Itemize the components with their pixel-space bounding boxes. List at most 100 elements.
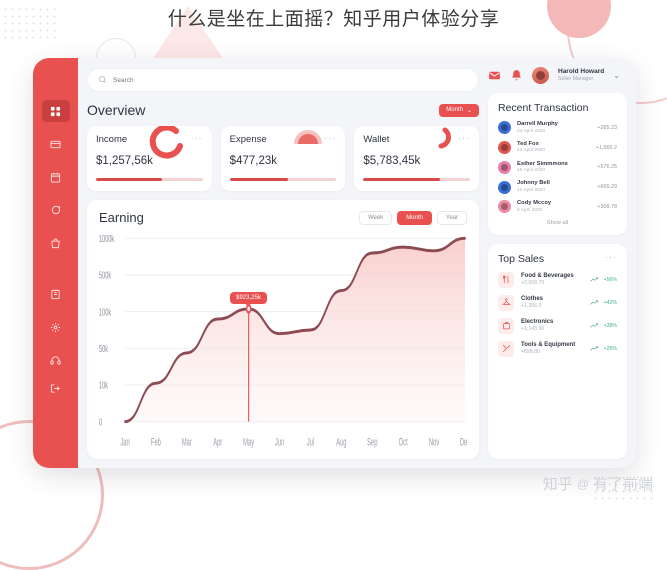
transaction-amount: +309.78 [597, 203, 617, 210]
list-item[interactable]: Electronics +1,143.90 +39% [498, 317, 617, 334]
sale-name: Clothes [521, 296, 544, 303]
stat-cards-row: Income ··· $1,257,56k Expense ··· $477,2… [87, 126, 480, 191]
table-row[interactable]: Ted Fox 23 April 2020 +1,565.2 [498, 141, 617, 155]
sale-info: Food & Beverages +2,658.70 [521, 272, 583, 287]
list-item[interactable]: Clothes +1,356.0 +42% [498, 294, 617, 311]
transaction-info: Esther Simmmons 15 April 2020 [517, 161, 591, 175]
user-name: Harold Howard [558, 68, 605, 76]
svg-text:0: 0 [99, 417, 102, 428]
svg-text:1000k: 1000k [99, 233, 115, 244]
transaction-date: 23 April 2020 [517, 128, 546, 134]
bag-icon [50, 238, 61, 249]
overview-period-dropdown[interactable]: Month ⌄ [439, 103, 479, 117]
svg-text:Jul: Jul [307, 436, 314, 448]
bell-icon[interactable] [510, 69, 523, 82]
earning-range-tabs: Week Month Year [358, 210, 467, 225]
top-sales-menu[interactable]: ··· [605, 252, 617, 261]
headset-icon [50, 355, 61, 366]
overview-section: Overview Month ⌄ Income ··· $1,257,56k E… [87, 102, 480, 191]
stat-card-expense[interactable]: Expense ··· $477,23k [220, 126, 346, 191]
stat-card-menu[interactable]: ··· [191, 134, 203, 143]
sidebar-item-cards[interactable] [42, 133, 70, 155]
chevron-down-icon[interactable]: ⌄ [613, 71, 620, 80]
sidebar [33, 58, 78, 468]
stat-card-label: Wallet [363, 134, 390, 145]
avatar [498, 160, 511, 174]
overview-header: Overview Month ⌄ [87, 102, 479, 118]
avatar [498, 141, 511, 155]
avatar [498, 200, 511, 214]
stat-card-header: Wallet ··· [363, 134, 470, 146]
sale-info: Electronics +1,143.90 [521, 318, 583, 333]
sidebar-item-dashboard[interactable] [41, 100, 70, 122]
transaction-amount: +265.23 [597, 124, 617, 131]
sidebar-item-shop[interactable] [42, 232, 70, 254]
stat-card-label: Expense [229, 134, 267, 145]
stat-card-income[interactable]: Income ··· $1,257,56k [87, 126, 212, 191]
search-input[interactable] [113, 76, 468, 84]
sidebar-item-settings[interactable] [42, 316, 70, 338]
svg-text:Jan: Jan [120, 436, 129, 448]
transaction-name: Esther Simmmons [517, 160, 568, 167]
sidebar-item-reports[interactable] [42, 283, 70, 305]
sale-percent: +25% [603, 345, 617, 352]
topbar [87, 67, 479, 93]
transaction-date: 12 April 2020 [517, 187, 546, 193]
mail-icon[interactable] [488, 69, 501, 82]
sale-percent: +39% [603, 322, 617, 329]
top-sales-header: Top Sales ··· [498, 252, 617, 272]
sale-name: Electronics [521, 319, 554, 326]
transaction-name: Cody Mccoy [517, 200, 552, 207]
user-role: Seller Manager [558, 76, 594, 83]
range-tab-week[interactable]: Week [358, 210, 393, 225]
dashboard-window: Overview Month ⌄ Income ··· [33, 58, 636, 468]
stat-card-menu[interactable]: ··· [324, 134, 336, 143]
sidebar-item-support[interactable] [42, 349, 70, 371]
transaction-info: Ted Fox 23 April 2020 [517, 141, 590, 155]
avatar [498, 180, 511, 194]
trend-up-icon: +56% [589, 276, 617, 283]
earning-chart[interactable]: 1000k 500k 100k 50k 10k 0 Jan Feb Mar Apr May Jun J… [99, 231, 467, 451]
transaction-info: Cody Mccoy 9 April 2020 [517, 200, 591, 214]
table-row[interactable]: Johnny Bell 12 April 2020 +665.29 [498, 180, 617, 194]
svg-text:10k: 10k [99, 380, 109, 391]
avatar[interactable] [532, 67, 549, 84]
stat-card-menu[interactable]: ··· [458, 134, 470, 143]
top-sales-title: Top Sales [498, 252, 545, 265]
show-all-link[interactable]: Show all [498, 220, 617, 226]
recent-transaction-panel: Recent Transaction Darrell Murphy 23 Apr… [488, 93, 627, 235]
trend-up-icon: +39% [589, 322, 617, 329]
list-item[interactable]: Food & Beverages +2,658.70 +56% [498, 271, 617, 288]
sidebar-item-messages[interactable] [42, 199, 70, 221]
stat-card-value: $1,257,56k [96, 155, 153, 167]
sale-info: Clothes +1,356.0 [521, 295, 583, 310]
overview-title: Overview [87, 102, 146, 118]
book-icon [50, 289, 61, 300]
top-sales-panel: Top Sales ··· Food & Beverages +2,658.70… [488, 243, 627, 459]
range-tab-month[interactable]: Month [397, 210, 432, 225]
page-title: 什么是坐在上面摇？知乎用户体验分享 [167, 9, 500, 30]
sidebar-item-calendar[interactable] [42, 166, 70, 188]
overview-period-label: Month [446, 107, 463, 113]
cutlery-icon [498, 271, 514, 288]
list-item[interactable]: Tools & Equipment +898.80 +25% [498, 340, 617, 357]
table-row[interactable]: Esther Simmmons 15 April 2020 +576.25 [498, 161, 617, 175]
svg-text:50k: 50k [99, 343, 109, 354]
range-tab-year[interactable]: Year [436, 210, 467, 225]
table-row[interactable]: Cody Mccoy 9 April 2020 +309.78 [498, 200, 617, 214]
search-icon [98, 71, 107, 89]
left-column: Overview Month ⌄ Income ··· [87, 67, 480, 459]
chart-x-axis-labels: Jan Feb Mar Apr May Jun Jul Aug Sep Oct Nov Dec [120, 436, 467, 448]
tools-icon [498, 340, 514, 357]
sidebar-item-logout[interactable] [42, 377, 70, 399]
grid-icon [50, 106, 61, 117]
sale-percent: +42% [603, 299, 617, 306]
trend-up-icon: +42% [589, 299, 617, 306]
sale-name: Food & Beverages [521, 273, 574, 280]
stat-card-wallet[interactable]: Wallet ··· $5,783,45k [354, 126, 480, 191]
topbar-right: Harold Howard Seller Manager ⌄ [488, 67, 627, 84]
table-row[interactable]: Darrell Murphy 23 April 2020 +265.23 [498, 121, 617, 135]
search-box[interactable] [87, 68, 479, 92]
calendar-icon [50, 172, 61, 183]
recent-transaction-title: Recent Transaction [498, 102, 589, 114]
